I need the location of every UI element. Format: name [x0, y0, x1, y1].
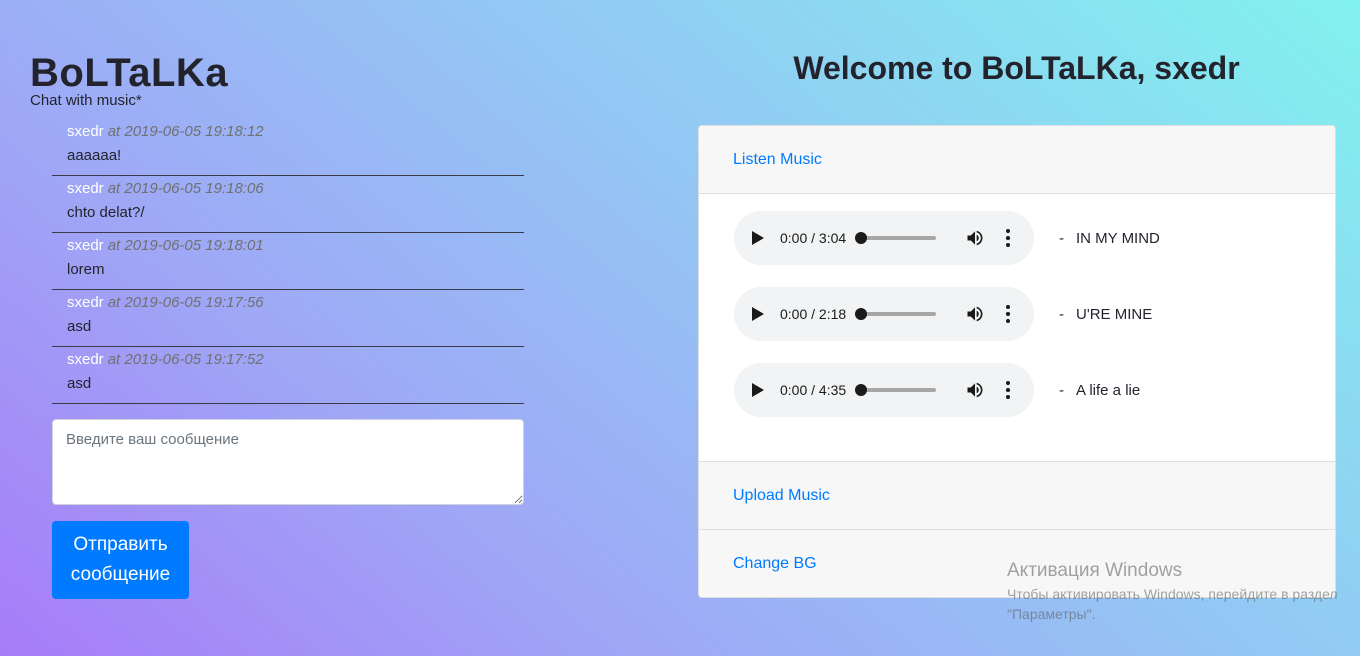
upload-music-section: Upload Music: [699, 462, 1335, 530]
message-item: sxedr at 2019-06-05 19:18:12 aaaaaa!: [52, 119, 524, 176]
volume-icon[interactable]: [965, 380, 985, 400]
message-timestamp: at 2019-06-05 19:18:06: [107, 180, 264, 197]
listen-music-link[interactable]: Listen Music: [733, 151, 822, 169]
message-text: aaaaaa!: [67, 147, 122, 164]
message-timestamp: at 2019-06-05 19:18:12: [107, 123, 264, 140]
progress-slider[interactable]: [855, 384, 936, 396]
message-item: sxedr at 2019-06-05 19:17:56 asd: [52, 290, 524, 347]
play-icon[interactable]: [752, 231, 764, 245]
progress-slider[interactable]: [855, 232, 936, 244]
track-dash: -: [1059, 229, 1064, 247]
brand: BoLTaLKa Chat with music*: [30, 50, 228, 110]
track-name: IN MY MIND: [1076, 229, 1160, 247]
audio-player[interactable]: 0:00 / 4:35: [734, 363, 1034, 417]
more-vert-icon[interactable]: [1006, 381, 1010, 399]
track-item: 0:00 / 3:04 - IN MY MIND: [734, 211, 1335, 265]
message-text: lorem: [67, 261, 105, 278]
message-item: sxedr at 2019-06-05 19:17:52 asd: [52, 347, 524, 404]
audio-player[interactable]: 0:00 / 2:18: [734, 287, 1034, 341]
track-list: 0:00 / 3:04 - IN MY MIND 0:00 / 2:18 - U'R…: [699, 194, 1335, 462]
change-bg-section: Change BG: [699, 530, 1335, 597]
more-vert-icon[interactable]: [1006, 305, 1010, 323]
message-username: sxedr: [67, 351, 104, 368]
track-time: 0:00 / 3:04: [780, 230, 847, 246]
volume-icon[interactable]: [965, 304, 985, 324]
message-text: chto delat?/: [67, 204, 145, 221]
track-item: 0:00 / 2:18 - U'RE MINE: [734, 287, 1335, 341]
message-text: asd: [67, 318, 92, 335]
change-bg-link[interactable]: Change BG: [733, 555, 817, 573]
progress-thumb[interactable]: [855, 308, 867, 320]
welcome-heading: Welcome to BoLTaLKa, sxedr: [793, 50, 1240, 86]
track-name: A life a lie: [1076, 381, 1141, 399]
message-username: sxedr: [67, 237, 104, 254]
audio-player[interactable]: 0:00 / 3:04: [734, 211, 1034, 265]
upload-music-link[interactable]: Upload Music: [733, 487, 830, 505]
track-title: - IN MY MIND: [1059, 230, 1160, 247]
message-timestamp: at 2019-06-05 19:18:01: [107, 237, 264, 254]
listen-music-header: Listen Music: [699, 126, 1335, 194]
play-icon[interactable]: [752, 307, 764, 321]
track-time: 0:00 / 2:18: [780, 306, 847, 322]
message-item: sxedr at 2019-06-05 19:18:01 lorem: [52, 233, 524, 290]
progress-slider[interactable]: [855, 308, 936, 320]
message-text: asd: [67, 375, 92, 392]
more-vert-icon[interactable]: [1006, 229, 1010, 247]
track-name: U'RE MINE: [1076, 305, 1153, 323]
send-message-button[interactable]: Отправить сообщение: [52, 521, 189, 599]
message-timestamp: at 2019-06-05 19:17:56: [107, 294, 264, 311]
track-time: 0:00 / 4:35: [780, 382, 847, 398]
track-dash: -: [1059, 381, 1064, 399]
message-username: sxedr: [67, 180, 104, 197]
message-item: sxedr at 2019-06-05 19:18:06 chto delat?/: [52, 176, 524, 233]
message-timestamp: at 2019-06-05 19:17:52: [107, 351, 264, 368]
brand-title: BoLTaLKa: [30, 51, 229, 95]
message-username: sxedr: [67, 294, 104, 311]
music-panel: Listen Music 0:00 / 3:04 - IN MY MIND 0:0…: [698, 125, 1336, 598]
play-icon[interactable]: [752, 383, 764, 397]
message-input[interactable]: [52, 419, 524, 505]
track-item: 0:00 / 4:35 -A life a lie: [734, 363, 1335, 417]
track-title: -A life a lie: [1059, 382, 1140, 399]
track-title: - U'RE MINE: [1059, 306, 1152, 323]
message-username: sxedr: [67, 123, 104, 140]
progress-thumb[interactable]: [855, 232, 867, 244]
message-list: sxedr at 2019-06-05 19:18:12 aaaaaa! sxed…: [52, 119, 524, 404]
progress-thumb[interactable]: [855, 384, 867, 396]
volume-icon[interactable]: [965, 228, 985, 248]
track-dash: -: [1059, 305, 1064, 323]
